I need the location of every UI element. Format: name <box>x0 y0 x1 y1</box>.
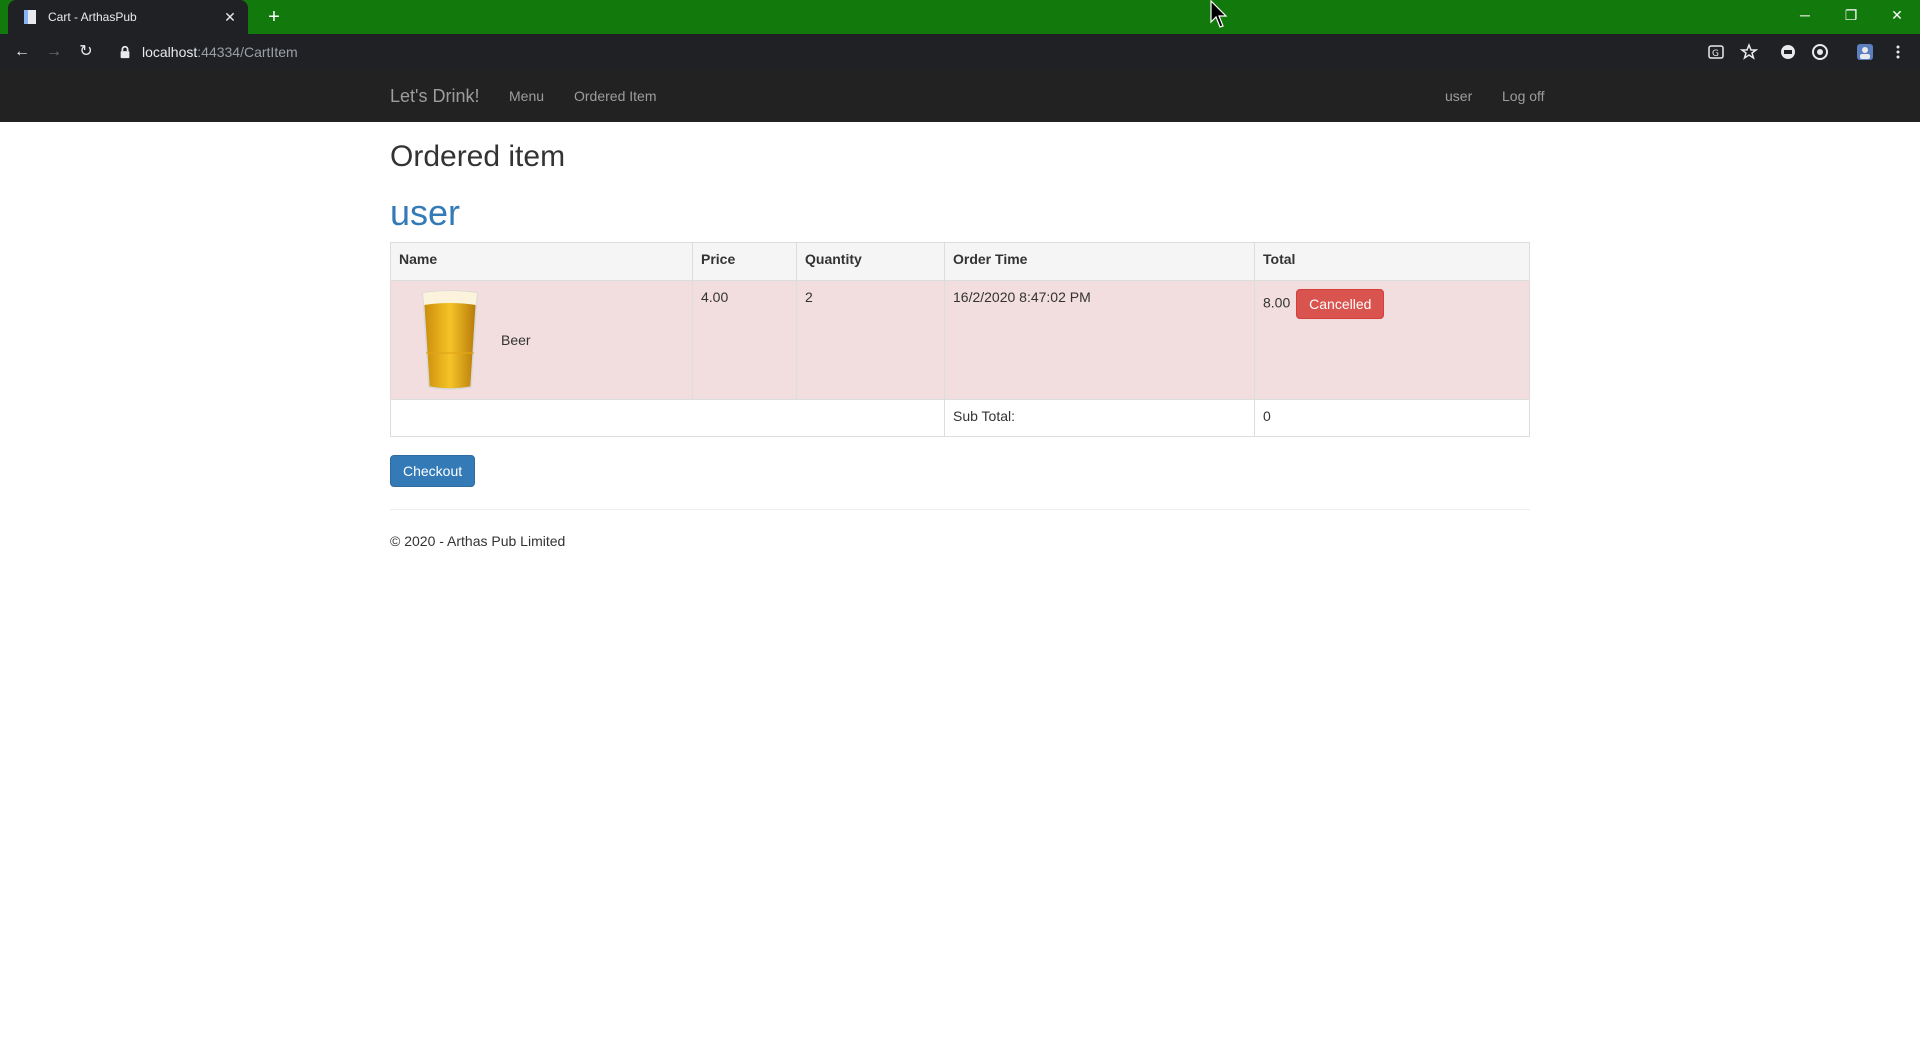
cell-order-time: 16/2/2020 8:47:02 PM <box>944 280 1255 400</box>
minimize-button[interactable]: ─ <box>1782 0 1828 30</box>
cell-total: 8.00 Cancelled <box>1254 280 1530 400</box>
mouse-cursor-icon <box>1210 0 1228 28</box>
window-close-button[interactable]: ✕ <box>1874 0 1920 30</box>
subtotal-label: Sub Total: <box>944 399 1255 437</box>
page-favicon-icon <box>24 10 36 24</box>
browser-tab-bar: Cart - ArthasPub ✕ + ─ ❐ ✕ <box>0 0 1920 34</box>
column-header-quantity: Quantity <box>796 242 945 281</box>
nav-link-user[interactable]: user <box>1445 88 1472 104</box>
column-header-total: Total <box>1254 242 1530 281</box>
cart-table: Name Price Quantity Order Time Total Bee… <box>390 242 1530 437</box>
reload-button[interactable]: ↻ <box>74 40 98 64</box>
cancelled-status-button[interactable]: Cancelled <box>1296 289 1385 319</box>
cell-quantity: 2 <box>796 280 945 400</box>
nav-link-menu[interactable]: Menu <box>509 88 544 104</box>
url-host: localhost <box>142 44 198 60</box>
subtotal-row: Sub Total: 0 <box>390 399 1530 437</box>
translate-icon[interactable]: G <box>1707 43 1725 61</box>
subtotal-value: 0 <box>1254 399 1530 437</box>
lock-icon <box>120 45 130 59</box>
restore-button[interactable]: ❐ <box>1828 0 1874 30</box>
cell-price: 4.00 <box>692 280 797 400</box>
url-path: :44334/CartItem <box>197 44 298 60</box>
site-navbar: Let's Drink! Menu Ordered Item user Log … <box>0 70 1920 122</box>
nav-link-log-off[interactable]: Log off <box>1502 88 1545 104</box>
browser-toolbar: ← → ↻ localhost:44334/CartItem G <box>0 34 1920 70</box>
url-text: localhost:44334/CartItem <box>142 44 298 60</box>
item-name: Beer <box>501 332 531 348</box>
bookmark-star-icon[interactable] <box>1740 43 1758 61</box>
table-row: Beer 4.00 2 16/2/2020 8:47:02 PM 8.00 Ca… <box>390 280 1530 400</box>
cell-empty <box>390 399 945 437</box>
nav-link-ordered-item[interactable]: Ordered Item <box>574 88 656 104</box>
footer-divider <box>390 509 1530 510</box>
page-title: Ordered item <box>390 140 566 173</box>
address-bar[interactable]: localhost:44334/CartItem <box>108 38 1768 66</box>
browser-tab[interactable]: Cart - ArthasPub ✕ <box>8 0 248 34</box>
tab-close-icon[interactable]: ✕ <box>222 9 238 26</box>
beer-glass-icon <box>422 290 478 390</box>
tab-title: Cart - ArthasPub <box>48 10 137 24</box>
new-tab-button[interactable]: + <box>260 4 288 30</box>
extension-record-icon[interactable] <box>1811 43 1829 61</box>
footer-text: © 2020 - Arthas Pub Limited <box>390 533 566 549</box>
user-heading: user <box>390 192 461 233</box>
extension-chat-icon[interactable] <box>1779 43 1797 61</box>
table-header-row: Name Price Quantity Order Time Total <box>390 242 1530 281</box>
back-button[interactable]: ← <box>10 40 34 64</box>
column-header-order-time: Order Time <box>944 242 1255 281</box>
column-header-name: Name <box>390 242 693 281</box>
checkout-button[interactable]: Checkout <box>390 455 476 487</box>
profile-avatar-icon[interactable] <box>1856 43 1874 61</box>
cell-name: Beer <box>390 280 693 400</box>
brand-link[interactable]: Let's Drink! <box>390 86 479 107</box>
svg-text:G: G <box>1712 49 1719 59</box>
item-total: 8.00 <box>1263 294 1291 311</box>
column-header-price: Price <box>692 242 797 281</box>
browser-menu-icon[interactable] <box>1889 43 1907 61</box>
forward-button[interactable]: → <box>42 40 66 64</box>
